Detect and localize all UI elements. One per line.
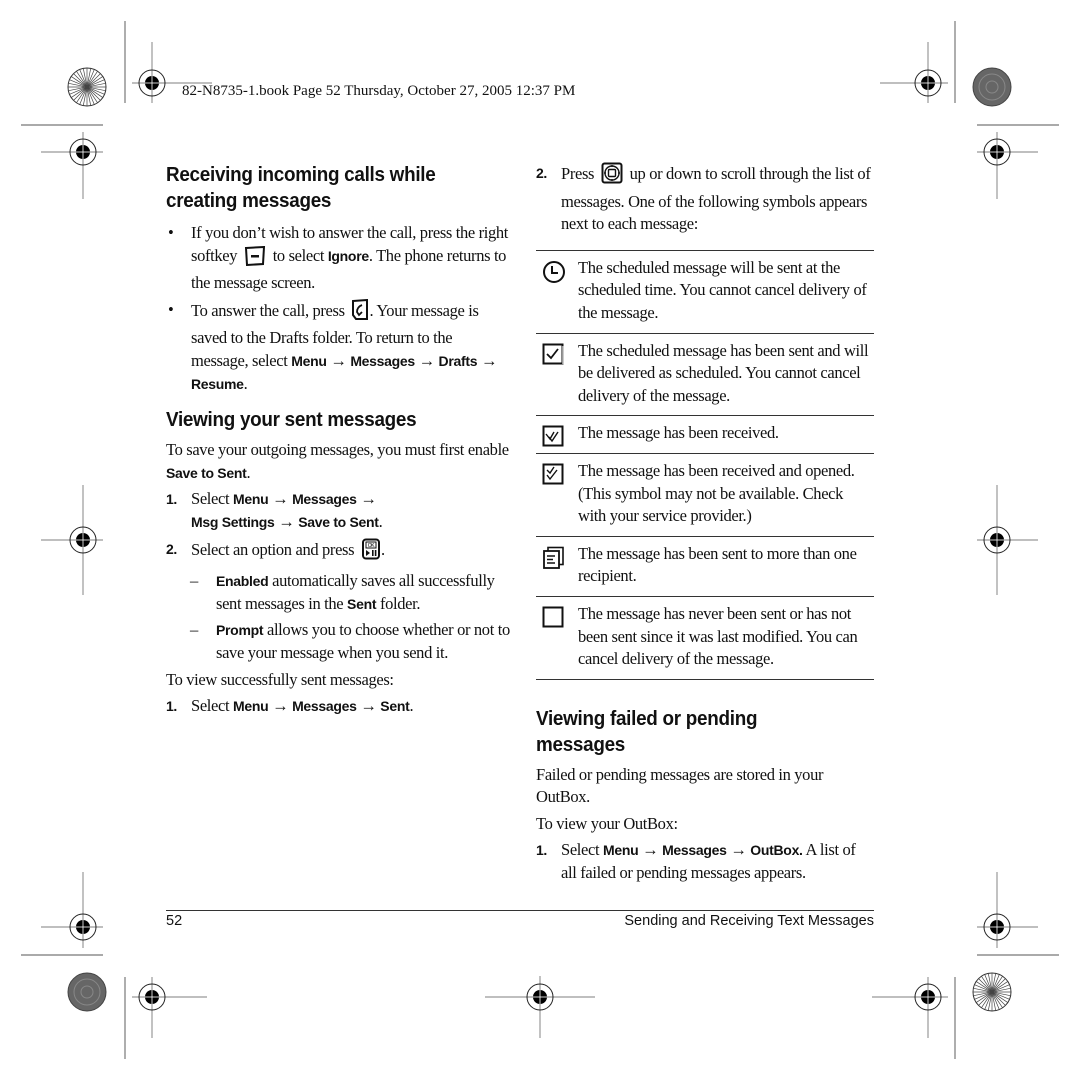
message-symbols-table: The scheduled message will be sent at th… xyxy=(536,249,874,680)
scroll-step: 2. Press up or down to scroll through th… xyxy=(536,162,874,236)
symbol-row: The scheduled message has been sent and … xyxy=(536,334,874,417)
clock-icon xyxy=(542,260,566,291)
list-item: • To answer the call, press . Your messa… xyxy=(168,298,498,393)
outbox-intro: Failed or pending messages are stored in… xyxy=(536,764,824,807)
list-item: 1. Select Menu → Messages → Sent. xyxy=(166,696,414,716)
sent-intro: To save your outgoing messages, you must… xyxy=(166,440,509,482)
failed-pending-body: Failed or pending messages are stored in… xyxy=(536,764,874,885)
list-item: 2. Press up or down to scroll through th… xyxy=(536,162,871,234)
list-item: 1. Select Menu → Messages → OutBox. A li… xyxy=(536,840,856,883)
print-job-header: 82-N8735-1.book Page 52 Thursday, Octobe… xyxy=(182,83,576,99)
list-item: – Enabled automatically saves all succes… xyxy=(190,571,495,613)
navigation-key-icon xyxy=(601,162,623,191)
checkbox-sent-icon xyxy=(542,343,564,372)
checkbox-received-icon xyxy=(542,425,564,454)
receiving-calls-bullets: • If you don’t wish to answer the call, … xyxy=(166,222,511,395)
empty-box-icon xyxy=(542,606,564,635)
list-item: 2. Select an option and press OK . xyxy=(166,538,511,567)
symbol-row: The message has been received and opened… xyxy=(536,454,874,537)
svg-text:OK: OK xyxy=(368,543,376,549)
section-title-receiving-calls: Receiving incoming calls while creating … xyxy=(166,163,436,212)
symbol-row: The scheduled message will be sent at th… xyxy=(536,251,874,334)
view-sent-intro: To view successfully sent messages: xyxy=(166,669,394,689)
list-item: – Prompt allows you to choose whether or… xyxy=(190,620,510,662)
chapter-title: Sending and Receiving Text Messages xyxy=(624,913,874,929)
left-column: Receiving incoming calls while creating … xyxy=(166,162,511,722)
ok-key-icon: OK xyxy=(361,538,381,567)
list-item: • If you don’t wish to answer the call, … xyxy=(168,223,509,293)
symbol-row: The message has never been sent or has n… xyxy=(536,597,874,680)
right-column: 2. Press up or down to scroll through th… xyxy=(536,162,874,889)
right-softkey-icon xyxy=(244,245,266,273)
section-title-sent-messages: Viewing your sent messages xyxy=(166,408,417,432)
section-title-failed-pending: Viewing failed or pending messages xyxy=(536,706,758,756)
symbol-row: The message has been sent to more than o… xyxy=(536,537,874,597)
symbol-row: The message has been received. xyxy=(536,416,874,454)
multiple-recipients-icon xyxy=(542,546,566,577)
view-outbox-intro: To view your OutBox: xyxy=(536,813,678,833)
send-talk-key-icon xyxy=(351,298,369,328)
checkbox-opened-icon xyxy=(542,463,564,492)
footer-rule xyxy=(166,910,874,911)
list-item: 1. Select Menu → Messages → Msg Settings… xyxy=(166,489,383,531)
page-number: 52 xyxy=(166,913,183,929)
sent-messages-body: To save your outgoing messages, you must… xyxy=(166,439,511,718)
